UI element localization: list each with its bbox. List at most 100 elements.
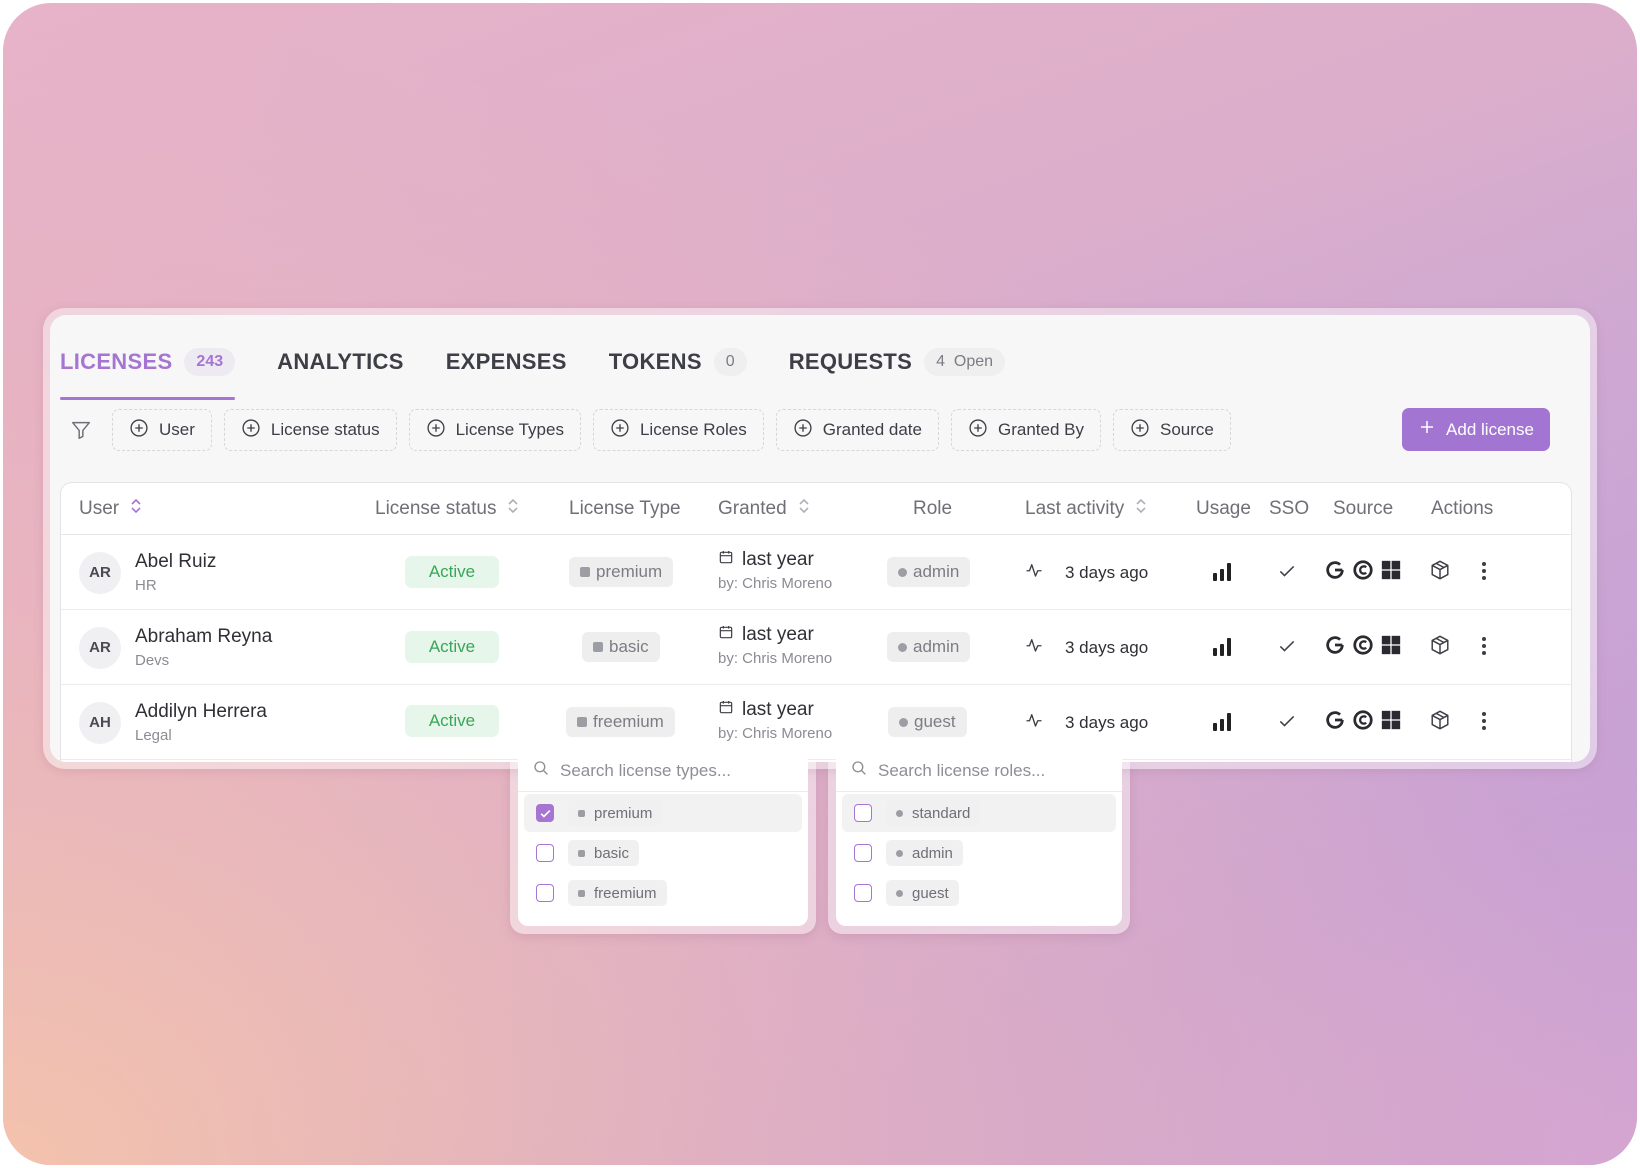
table-row[interactable]: AR Abraham Reyna Devs Active basic last … <box>61 610 1571 685</box>
license-type-label: freemium <box>593 712 664 731</box>
avatar: AH <box>79 701 121 744</box>
filter-chip-granted-by[interactable]: Granted By <box>951 409 1101 451</box>
more-vertical-icon[interactable] <box>1477 709 1491 733</box>
filter-chip-license-roles[interactable]: License Roles <box>592 409 764 451</box>
granted-cell: last year by: Chris Moreno <box>718 624 832 667</box>
license-types-search-input[interactable] <box>560 760 780 781</box>
checkbox[interactable] <box>536 844 554 862</box>
column-header-granted[interactable]: Granted <box>718 483 811 535</box>
column-label: Granted <box>718 498 787 519</box>
activity-cell: 3 days ago <box>1025 561 1148 584</box>
sort-icon[interactable] <box>1134 496 1148 522</box>
license-role-option[interactable]: standard <box>842 794 1116 832</box>
tab-label: REQUESTS <box>788 349 913 374</box>
tab-analytics[interactable]: ANALYTICS <box>277 343 404 381</box>
package-icon[interactable] <box>1429 634 1451 656</box>
last-activity-text: 3 days ago <box>1065 637 1149 657</box>
more-vertical-icon[interactable] <box>1477 559 1491 583</box>
role-cell: guest <box>888 707 967 737</box>
status-badge: Active <box>405 631 499 663</box>
tab-tokens[interactable]: TOKENS 0 <box>609 343 747 381</box>
license-type-label: basic <box>609 637 649 656</box>
sort-icon[interactable] <box>797 496 811 522</box>
column-header-license-type: License Type <box>569 483 681 535</box>
granted-date: last year <box>742 549 814 570</box>
column-header-last-activity[interactable]: Last activity <box>1025 483 1148 535</box>
granted-cell: last year by: Chris Moreno <box>718 699 832 742</box>
checkbox[interactable] <box>854 884 872 902</box>
license-role-option[interactable]: guest <box>842 874 1116 912</box>
column-header-source: Source <box>1333 483 1393 535</box>
status-cell: Active <box>405 631 499 663</box>
activity-cell: 3 days ago <box>1025 636 1148 659</box>
status-cell: Active <box>405 556 499 588</box>
license-role-option[interactable]: admin <box>842 834 1116 872</box>
source-icons <box>1324 709 1402 736</box>
check-icon <box>1277 711 1297 731</box>
package-icon[interactable] <box>1429 709 1451 731</box>
filter-icon[interactable] <box>66 415 96 445</box>
plus-circle-icon <box>426 418 446 443</box>
filter-chip-license-status[interactable]: License status <box>223 409 397 451</box>
license-types-dropdown: premium basic freemium <box>518 750 808 926</box>
c-logo-icon <box>1352 634 1374 661</box>
last-activity-text: 3 days ago <box>1065 562 1149 582</box>
column-header-license-status[interactable]: License status <box>375 483 520 535</box>
filter-chip-user[interactable]: User <box>112 409 212 451</box>
sort-icon[interactable] <box>129 496 143 522</box>
activity-pulse-icon <box>1025 711 1043 734</box>
role-label: admin <box>913 637 960 656</box>
role-cell: admin <box>887 632 971 662</box>
plus-circle-icon <box>968 418 988 443</box>
column-header-usage: Usage <box>1196 483 1251 535</box>
square-icon <box>578 889 585 897</box>
license-types-search <box>518 750 808 792</box>
table-row[interactable]: AR Abel Ruiz HR Active premium last year… <box>61 535 1571 610</box>
column-header-role: Role <box>913 483 952 535</box>
checkbox[interactable] <box>536 804 554 822</box>
option-label: freemium <box>594 884 657 902</box>
checkbox[interactable] <box>536 884 554 902</box>
c-logo-icon <box>1352 709 1374 736</box>
licenses-table: User License status License Type Granted… <box>60 482 1572 762</box>
option-label: guest <box>912 884 949 902</box>
dot-icon <box>898 567 907 577</box>
checkbox[interactable] <box>854 804 872 822</box>
package-icon[interactable] <box>1429 559 1451 581</box>
column-header-user[interactable]: User <box>79 483 143 535</box>
filter-chip-source[interactable]: Source <box>1113 409 1231 451</box>
google-icon <box>1324 634 1346 661</box>
tab-label: ANALYTICS <box>277 349 404 374</box>
filter-chip-license-types[interactable]: License Types <box>408 409 581 451</box>
license-type-option[interactable]: freemium <box>524 874 802 912</box>
license-roles-search-input[interactable] <box>878 760 1098 781</box>
c-logo-icon <box>1352 559 1374 586</box>
license-type-option[interactable]: basic <box>524 834 802 872</box>
more-vertical-icon[interactable] <box>1477 634 1491 658</box>
column-label: Usage <box>1196 498 1251 519</box>
sort-icon[interactable] <box>506 496 520 522</box>
license-roles-search <box>836 750 1122 792</box>
user-cell: AR Abel Ruiz HR <box>79 551 216 594</box>
dot-icon <box>898 642 907 652</box>
license-type-cell: basic <box>582 632 660 662</box>
user-name: Abraham Reyna <box>135 626 273 647</box>
last-activity-text: 3 days ago <box>1065 712 1149 732</box>
license-type-option[interactable]: premium <box>524 794 802 832</box>
tab-label: EXPENSES <box>445 349 567 374</box>
tab-licenses[interactable]: LICENSES 243 <box>60 343 236 400</box>
add-license-button[interactable]: Add license <box>1402 408 1550 451</box>
tab-expenses[interactable]: EXPENSES <box>446 343 567 381</box>
license-type-cell: premium <box>569 557 674 587</box>
role-tag: guest <box>888 707 967 737</box>
role-tag: admin <box>887 557 971 587</box>
checkbox[interactable] <box>854 844 872 862</box>
granted-date: last year <box>742 699 814 720</box>
user-department: Devs <box>135 652 170 669</box>
tab-requests[interactable]: REQUESTS 4 Open <box>788 343 1006 381</box>
filter-chip-granted-date[interactable]: Granted date <box>775 409 939 451</box>
search-icon <box>850 759 868 782</box>
plus-circle-icon <box>241 418 261 443</box>
table-row[interactable]: AH Addilyn Herrera Legal Active freemium… <box>61 685 1571 760</box>
signal-bars-icon <box>1211 709 1235 733</box>
